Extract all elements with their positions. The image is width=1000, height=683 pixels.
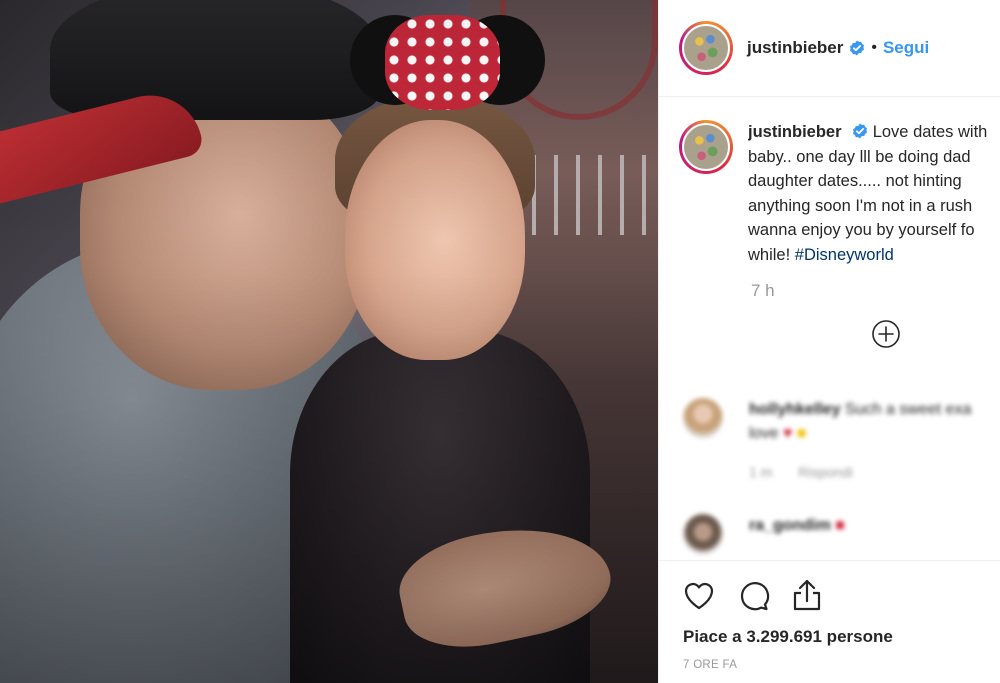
commenter-avatar[interactable] [683,514,723,554]
caption: justinbieber Love dates with baby.. one … [659,98,1000,267]
comment-item: hollyhkelley Such a sweet exa love ♥ ■ 1… [659,398,1000,484]
comment-bubble-icon[interactable] [735,577,771,613]
verified-badge-icon [853,123,868,139]
action-icons [659,561,1000,613]
hashtag-link[interactable]: #Disneyworld [795,246,894,264]
emoji-icon: ■ [835,517,845,534]
comment-meta: 1 m Rispondi [749,460,971,484]
commenter-username[interactable]: hollyhkelley [749,401,841,418]
post-sidebar: justinbieber • Segui justinbieber Love d… [658,0,1000,683]
header-separator: • [871,39,877,56]
plus-circle-icon[interactable] [871,319,901,349]
caption-line-2: baby.. one day lll be doing dad [748,147,971,166]
caption-username[interactable]: justinbieber [748,123,842,141]
caption-text: justinbieber Love dates with baby.. one … [748,120,1000,267]
share-icon[interactable] [789,577,825,613]
follow-button[interactable]: Segui [883,38,929,58]
caption-avatar[interactable] [679,120,733,174]
comment-time: 1 m [749,464,773,480]
comment-body: ra_gondim ■ [749,514,845,554]
post-header: justinbieber • Segui [659,0,1000,97]
heart-icon[interactable] [681,577,717,613]
likes-count[interactable]: Piace a 3.299.691 persone [683,627,1000,647]
author-avatar-image [682,24,730,72]
caption-line-4: anything soon I'm not in a rush [748,196,973,215]
caption-line-5: wanna enjoy you by yourself fo [748,221,975,239]
comment-body: hollyhkelley Such a sweet exa love ♥ ■ 1… [749,398,971,484]
comments-area[interactable]: justinbieber Love dates with baby.. one … [659,98,1000,558]
commenter-avatar[interactable] [683,398,723,438]
caption-time: 7 h [751,281,775,300]
commenter-username[interactable]: ra_gondim [749,517,831,534]
photo-shade [0,0,658,683]
clap-emoji-icon: ■ [796,425,807,442]
comment-item: ra_gondim ■ [659,514,1000,554]
caption-line-3: daughter dates..... not hinting [748,172,962,190]
heart-emoji-icon: ♥ [782,425,793,442]
caption-line-6: while! [748,245,795,264]
action-bar: Piace a 3.299.691 persone 7 ORE FA [659,560,1000,683]
comment-text: Such a sweet exa [845,401,972,418]
caption-avatar-image [682,123,730,171]
caption-line-1: Love dates with [872,123,988,141]
post-photo[interactable] [0,0,658,683]
author-avatar[interactable] [679,21,733,75]
posted-time[interactable]: 7 ORE FA [683,659,1000,671]
verified-badge-icon [850,40,865,56]
reply-button[interactable]: Rispondi [798,464,852,480]
comment-text-line2: love [749,425,779,442]
author-username[interactable]: justinbieber [747,38,843,58]
